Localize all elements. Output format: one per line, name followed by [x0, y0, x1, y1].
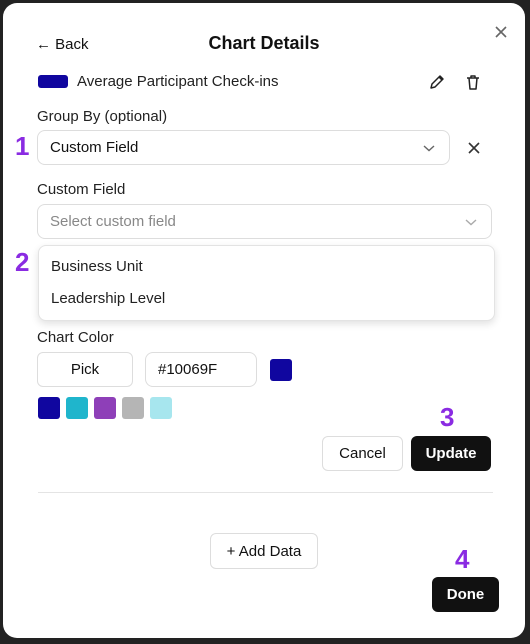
chevron-down-icon: [423, 139, 435, 156]
done-button[interactable]: Done: [432, 577, 499, 612]
series-color-swatch: [38, 75, 68, 88]
chevron-down-icon: [465, 213, 477, 230]
preset-swatch-teal[interactable]: [66, 397, 88, 419]
hex-color-value: #10069F: [158, 361, 218, 378]
update-button[interactable]: Update: [411, 436, 491, 471]
divider: [38, 492, 493, 493]
dropdown-option-leadership-level[interactable]: Leadership Level: [51, 290, 165, 307]
preset-swatch-purple[interactable]: [94, 397, 116, 419]
pick-color-button[interactable]: Pick: [37, 352, 133, 387]
dropdown-option-business-unit[interactable]: Business Unit: [51, 258, 143, 275]
chart-color-label: Chart Color: [37, 329, 114, 346]
step-1-annotation: 1: [15, 131, 30, 161]
custom-field-placeholder: Select custom field: [50, 213, 176, 230]
custom-field-label: Custom Field: [37, 181, 126, 198]
group-by-label: Group By (optional): [37, 108, 168, 125]
step-2-annotation: 2: [15, 247, 30, 277]
step-3-annotation: 3: [440, 402, 455, 432]
current-color-swatch: [270, 359, 292, 381]
custom-field-dropdown: Business Unit Leadership Level: [38, 245, 495, 321]
cancel-button[interactable]: Cancel: [322, 436, 403, 471]
chart-details-modal: ← Back Chart Details Average Participant…: [3, 3, 525, 638]
add-data-button[interactable]: + Add Data: [210, 533, 318, 569]
step-4-annotation: 4: [455, 544, 470, 574]
trash-icon[interactable]: [462, 71, 484, 93]
group-by-select[interactable]: Custom Field: [37, 130, 450, 165]
preset-swatch-gray[interactable]: [122, 397, 144, 419]
series-name: Average Participant Check-ins: [77, 73, 279, 90]
hex-color-input[interactable]: #10069F: [145, 352, 257, 387]
preset-swatch-light-cyan[interactable]: [150, 397, 172, 419]
edit-pencil-icon[interactable]: [426, 71, 448, 93]
custom-field-select[interactable]: Select custom field: [37, 204, 492, 239]
clear-group-by-icon[interactable]: [463, 137, 485, 159]
group-by-value: Custom Field: [50, 139, 139, 156]
modal-title: Chart Details: [208, 33, 320, 53]
preset-swatch-navy[interactable]: [38, 397, 60, 419]
